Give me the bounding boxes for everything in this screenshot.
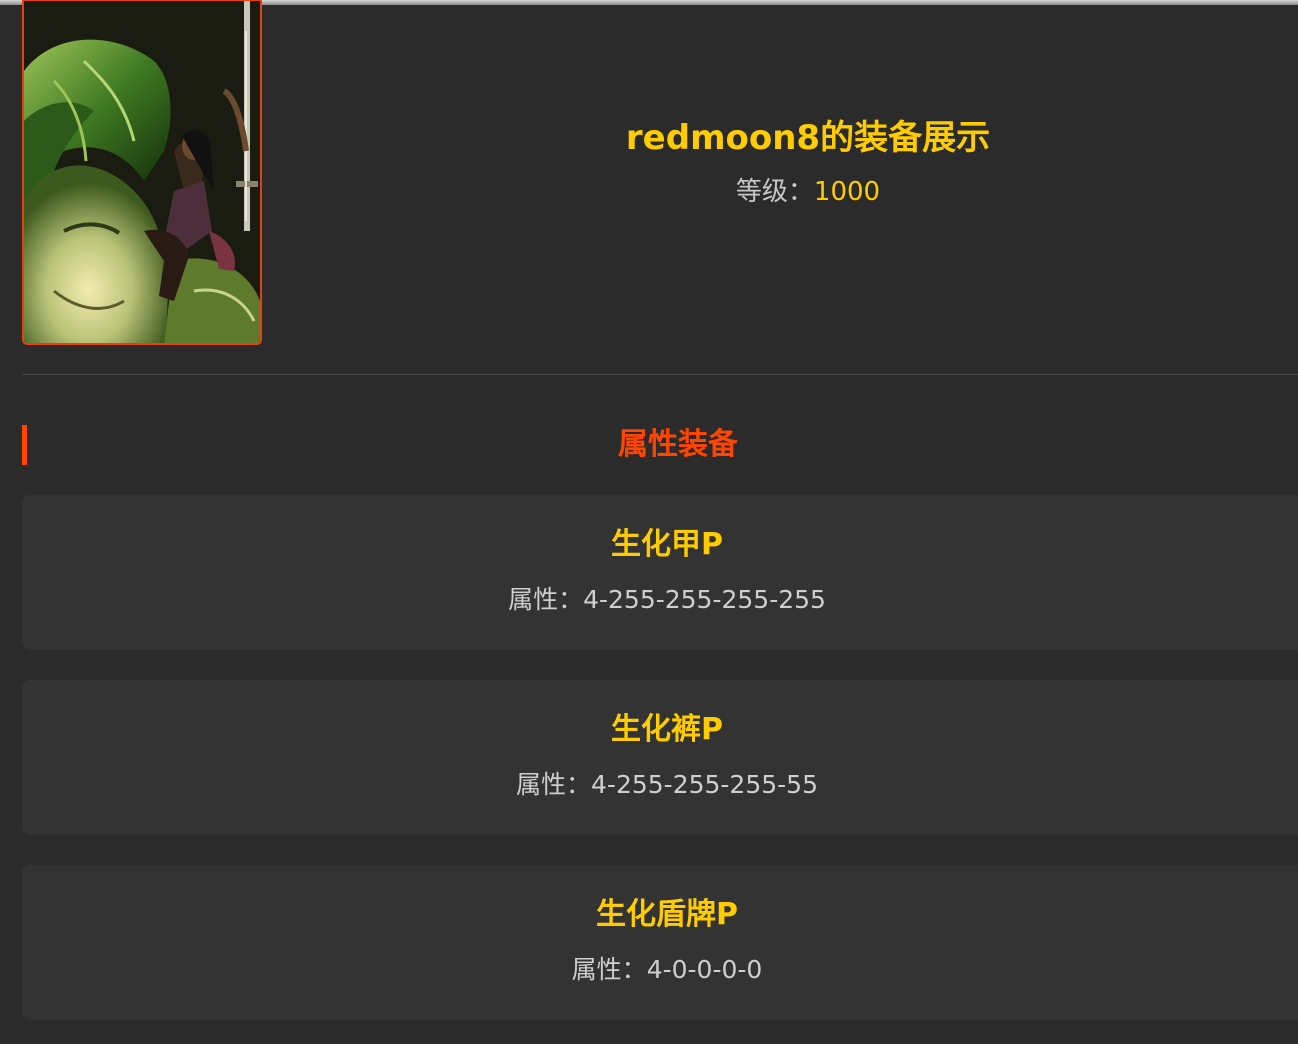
header-divider	[22, 374, 1298, 375]
page-title: redmoon8的装备展示	[625, 118, 991, 158]
character-avatar	[22, 0, 262, 345]
equipment-attributes: 属性：4-255-255-255-255	[22, 583, 1298, 617]
equipment-card: 生化盾牌P 属性：4-0-0-0-0	[22, 865, 1298, 1020]
character-portrait-image	[24, 1, 260, 343]
section-title: 属性装备	[618, 427, 738, 462]
attr-label: 属性：	[571, 955, 647, 984]
equipment-card: 生化甲P 属性：4-255-255-255-255	[22, 495, 1298, 650]
equipment-name: 生化甲P	[611, 527, 723, 562]
attr-value: 4-0-0-0-0	[646, 955, 763, 984]
level-row: 等级：1000	[460, 175, 1156, 209]
equipment-attributes: 属性：4-0-0-0-0	[22, 953, 1298, 987]
profile-info: redmoon8的装备展示 等级：1000	[460, 115, 1156, 209]
section-header: 属性装备	[22, 425, 1298, 465]
equipment-attributes: 属性：4-255-255-255-55	[22, 768, 1298, 802]
attr-label: 属性：	[516, 770, 592, 799]
attr-value: 4-255-255-255-255	[583, 585, 826, 614]
equipment-name: 生化盾牌P	[596, 897, 738, 932]
level-label: 等级：	[735, 177, 814, 207]
equipment-page: redmoon8的装备展示 等级：1000 属性装备 生化甲P 属性：4-255…	[0, 0, 1298, 1044]
equipment-card: 生化裤P 属性：4-255-255-255-55	[22, 680, 1298, 835]
level-value: 1000	[813, 177, 881, 207]
attr-label: 属性：	[508, 585, 584, 614]
equipment-name: 生化裤P	[611, 712, 723, 747]
attr-value: 4-255-255-255-55	[591, 770, 818, 799]
